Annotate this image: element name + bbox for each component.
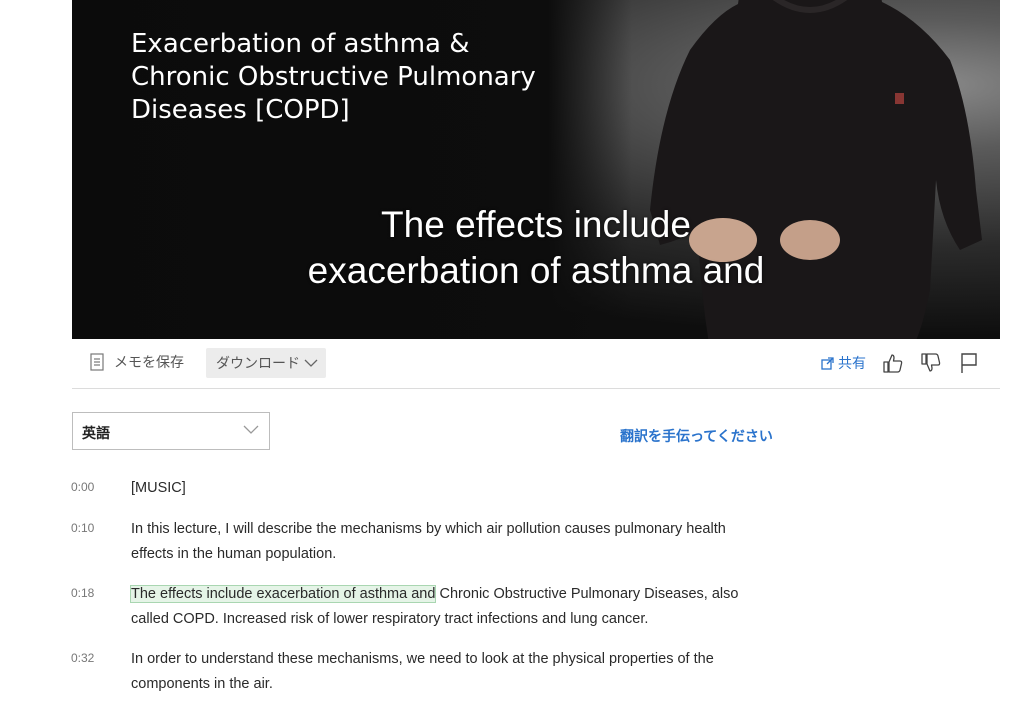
thumbs-down-icon: [921, 353, 941, 372]
like-button[interactable]: [882, 352, 904, 374]
save-note-button[interactable]: メモを保存: [90, 348, 184, 376]
timestamp[interactable]: 0:18: [71, 586, 94, 600]
dislike-button[interactable]: [920, 352, 942, 374]
share-button[interactable]: 共有: [821, 353, 866, 373]
share-icon: [821, 356, 834, 370]
transcript-text[interactable]: In this lecture, I will describe the mec…: [131, 517, 771, 567]
transcript-text[interactable]: [MUSIC]: [131, 476, 771, 501]
chevron-down-icon: [243, 425, 259, 434]
report-button[interactable]: [958, 352, 980, 374]
transcript-text[interactable]: In order to understand these mechanisms,…: [131, 647, 771, 697]
help-translate-link[interactable]: 翻訳を手伝ってください: [620, 426, 773, 446]
flag-icon: [961, 353, 977, 373]
language-selected: 英語: [82, 426, 110, 442]
video-player[interactable]: Exacerbation of asthma & Chronic Obstruc…: [72, 0, 1000, 339]
note-icon: [90, 353, 104, 371]
video-toolbar: メモを保存 ダウンロード 共有: [72, 340, 1000, 389]
timestamp[interactable]: 0:10: [71, 521, 94, 535]
slide-title: Exacerbation of asthma & Chronic Obstruc…: [131, 29, 536, 125]
download-button[interactable]: ダウンロード: [206, 348, 326, 378]
video-caption: The effects include exacerbation of asth…: [72, 202, 1000, 294]
download-label: ダウンロード: [216, 356, 300, 372]
video-actions: 共有: [821, 348, 980, 378]
timestamp[interactable]: 0:32: [71, 651, 94, 665]
current-caption-highlight[interactable]: The effects include exacerbation of asth…: [129, 585, 437, 603]
save-note-label: メモを保存: [114, 355, 184, 371]
timestamp[interactable]: 0:00: [71, 480, 94, 494]
thumbs-up-icon: [883, 354, 903, 373]
transcript-text[interactable]: The effects include exacerbation of asth…: [129, 582, 771, 632]
caption-line: exacerbation of asthma and: [307, 250, 765, 291]
share-label: 共有: [838, 356, 866, 372]
caption-line: The effects include: [381, 204, 691, 245]
chevron-down-icon: [304, 359, 318, 367]
transcript-language-select[interactable]: 英語: [72, 412, 270, 450]
